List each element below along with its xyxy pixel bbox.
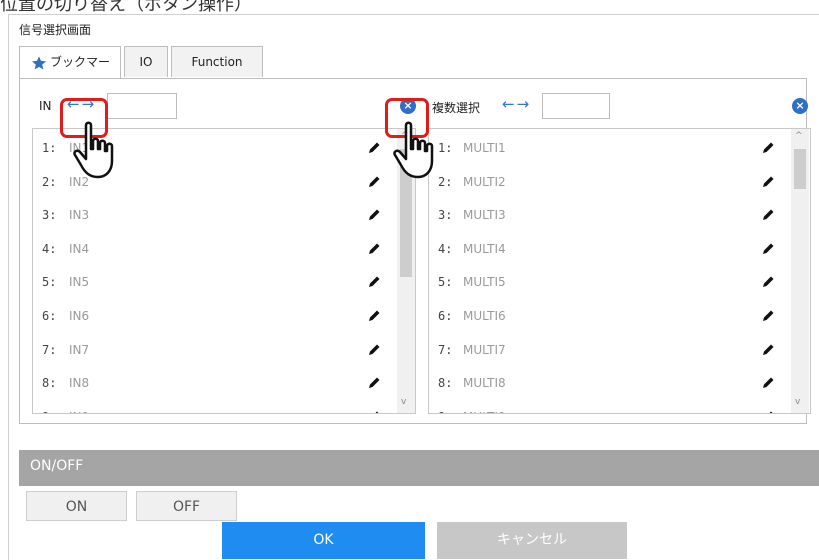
edit-pencil-icon[interactable] — [761, 141, 775, 155]
edit-pencil-icon[interactable] — [761, 309, 775, 323]
edit-pencil-icon[interactable] — [761, 410, 775, 414]
item-name: MULTI9 — [463, 400, 506, 413]
list-item[interactable]: 4: IN4 — [33, 232, 387, 266]
dialog-title: 信号選択画面 — [19, 23, 92, 37]
list-item[interactable]: 1: MULTI1 — [429, 131, 781, 165]
list-item[interactable]: 8: MULTI8 — [429, 366, 781, 400]
edit-pencil-icon[interactable] — [761, 208, 775, 222]
edit-pencil-icon[interactable] — [761, 376, 775, 390]
item-number: 7: — [438, 342, 453, 357]
item-number: 9: — [438, 400, 452, 413]
onoff-title: ON/OFF — [30, 458, 84, 474]
right-scrollbar[interactable]: ^ v — [791, 129, 809, 413]
scroll-down-icon[interactable]: v — [795, 397, 800, 407]
item-name: IN7 — [69, 342, 90, 357]
item-number: 5: — [438, 275, 453, 290]
star-icon — [32, 56, 46, 70]
list-item[interactable]: 2: MULTI2 — [429, 165, 781, 199]
edit-pencil-icon[interactable] — [761, 343, 775, 357]
tab-io-label: IO — [139, 55, 153, 69]
edit-pencil-icon[interactable] — [367, 141, 381, 155]
item-name: IN8 — [69, 376, 90, 391]
right-pane-header: 複数選択 ←→ × — [432, 93, 812, 121]
left-filter-input[interactable] — [107, 93, 177, 119]
cancel-button[interactable]: キャンセル — [437, 522, 627, 559]
edit-pencil-icon[interactable] — [761, 242, 775, 256]
item-number: 5: — [42, 275, 57, 290]
edit-pencil-icon[interactable] — [367, 410, 381, 414]
tab-function[interactable]: Function — [171, 46, 263, 77]
item-number: 4: — [42, 241, 57, 256]
right-scroll-thumb[interactable] — [794, 149, 806, 189]
on-button[interactable]: ON — [26, 491, 127, 521]
item-name: MULTI1 — [463, 141, 506, 155]
item-number: 6: — [438, 309, 453, 323]
list-item[interactable]: 4: MULTI4 — [429, 232, 781, 266]
item-name: MULTI4 — [463, 241, 506, 256]
list-item[interactable]: 5: MULTI5 — [429, 265, 781, 299]
edit-pencil-icon[interactable] — [761, 275, 775, 289]
off-button[interactable]: OFF — [136, 491, 237, 521]
edit-pencil-icon[interactable] — [367, 275, 381, 289]
item-name: IN3 — [69, 208, 90, 223]
edit-pencil-icon[interactable] — [367, 376, 381, 390]
pointer-hand-icon — [73, 121, 114, 179]
item-name: MULTI5 — [463, 275, 506, 290]
item-name: MULTI6 — [463, 309, 506, 323]
scroll-down-icon[interactable]: v — [401, 397, 406, 407]
scroll-up-icon[interactable]: ^ — [795, 131, 803, 141]
edit-pencil-icon[interactable] — [367, 309, 381, 323]
right-clear-icon[interactable]: × — [792, 98, 808, 114]
list-item[interactable]: 6: MULTI6 — [429, 299, 781, 333]
pointer-hand-icon — [393, 121, 434, 179]
right-pane-label: 複数選択 — [432, 101, 481, 115]
tab-function-label: Function — [191, 55, 243, 69]
list-item[interactable]: 3: IN3 — [33, 198, 387, 232]
item-number: 9: — [42, 400, 56, 413]
item-name: MULTI8 — [463, 376, 506, 391]
item-name: MULTI3 — [463, 208, 506, 223]
edit-pencil-icon[interactable] — [367, 175, 381, 189]
item-name: MULTI2 — [463, 174, 506, 189]
list-item[interactable]: 5: IN5 — [33, 265, 387, 299]
item-name: IN9 — [69, 400, 89, 413]
list-item[interactable]: 9: MULTI9 — [429, 400, 781, 414]
item-number: 7: — [42, 342, 57, 357]
item-number: 2: — [42, 174, 57, 189]
item-name: IN5 — [69, 275, 90, 290]
right-signal-list[interactable]: ^ v 1: MULTI1 2: MULTI2 3: MULTI3 4: MULTI4 5: MU… — [428, 128, 811, 414]
item-name: MULTI7 — [463, 342, 506, 357]
list-item[interactable]: 7: IN7 — [33, 333, 387, 367]
right-swap-arrows-button[interactable]: ←→ — [502, 95, 531, 113]
item-number: 8: — [438, 376, 453, 391]
edit-pencil-icon[interactable] — [761, 175, 775, 189]
item-number: 3: — [42, 208, 57, 223]
item-number: 6: — [42, 309, 57, 323]
caption-text: 位置の切り替え（ボタン操作） — [0, 0, 252, 14]
edit-pencil-icon[interactable] — [367, 242, 381, 256]
tab-io[interactable]: IO — [124, 46, 168, 77]
list-item[interactable]: 8: IN8 — [33, 366, 387, 400]
list-item[interactable]: 3: MULTI3 — [429, 198, 781, 232]
edit-pencil-icon[interactable] — [367, 208, 381, 222]
edit-pencil-icon[interactable] — [367, 343, 381, 357]
onoff-section-header: ON/OFF — [19, 450, 819, 486]
item-number: 1: — [42, 141, 57, 155]
item-number: 4: — [438, 241, 453, 256]
tab-bookmark[interactable]: ブックマーク — [19, 46, 121, 100]
item-name: IN4 — [69, 241, 90, 256]
list-item[interactable]: 9: IN9 — [33, 400, 387, 414]
right-filter-input[interactable] — [542, 93, 610, 119]
list-item[interactable]: 7: MULTI7 — [429, 333, 781, 367]
left-pane-label: IN — [39, 99, 52, 113]
item-number: 3: — [438, 208, 453, 223]
list-item[interactable]: 6: IN6 — [33, 299, 387, 333]
cropped-caption: 位置の切り替え（ボタン操作） — [0, 0, 819, 14]
ok-button[interactable]: OK — [222, 522, 425, 559]
item-name: IN6 — [69, 309, 90, 323]
item-number: 8: — [42, 376, 57, 391]
